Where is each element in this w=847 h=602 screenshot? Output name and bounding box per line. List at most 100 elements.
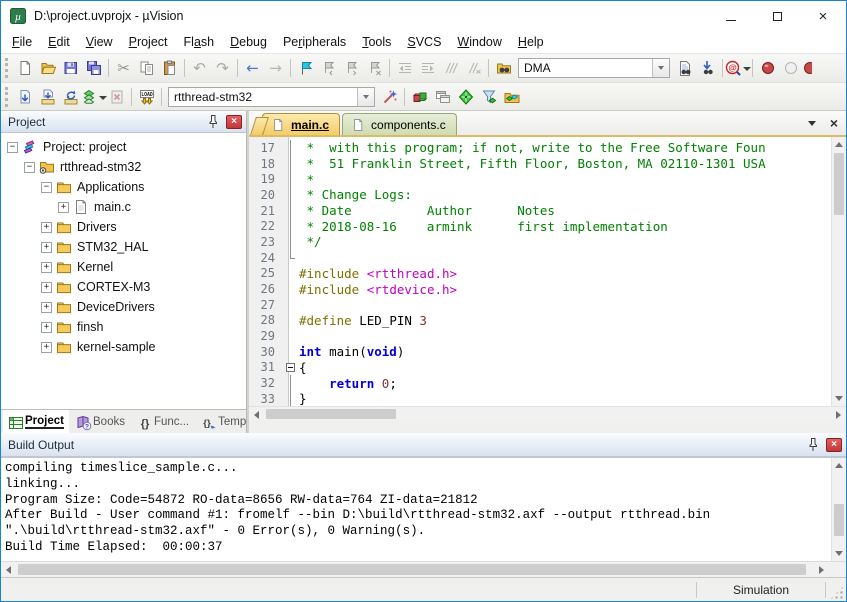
resize-grip[interactable] [830,586,844,600]
expand-box-icon[interactable]: + [41,282,52,293]
insert-bookmark-button[interactable] [294,57,317,79]
menu-svcs[interactable]: SVCS [399,33,449,51]
editor-tab-main-c[interactable]: main.c [262,113,340,135]
scroll-left-button[interactable] [249,407,264,422]
expand-box-icon[interactable]: + [41,302,52,313]
tree-item-applications[interactable]: −Applications [1,177,246,197]
code-line[interactable]: 29 [249,328,831,344]
select-packs-button[interactable] [477,86,500,108]
scroll-down-button[interactable] [832,391,846,406]
code-line[interactable]: 26#include <rtdevice.h> [249,281,831,297]
close-button[interactable]: × [800,1,846,31]
find-in-files-button[interactable] [492,57,515,79]
expand-box-icon[interactable]: + [41,342,52,353]
build-target-button[interactable] [36,86,59,108]
toggle-breakpoint-button[interactable] [779,57,802,79]
menu-debug[interactable]: Debug [222,33,275,51]
previous-bookmark-button[interactable] [317,57,340,79]
save-all-button[interactable] [82,57,105,79]
code-line[interactable]: 33} [249,391,831,406]
code-area[interactable]: 17 * with this program; if not, write to… [249,137,846,406]
search-term-combobox[interactable]: DMA [518,58,670,78]
find-in-documents-button[interactable] [673,57,696,79]
menu-edit[interactable]: Edit [40,33,78,51]
menu-project[interactable]: Project [121,33,176,51]
unindent-button[interactable] [393,57,416,79]
scroll-right-button[interactable] [814,562,829,577]
collapse-box-icon[interactable]: − [24,162,35,173]
find-references-button[interactable]: @ [726,57,749,79]
uncomment-selection-button[interactable] [462,57,485,79]
code-line[interactable]: 19 * [249,171,831,187]
code-line[interactable]: 30int main(void) [249,344,831,360]
code-line[interactable]: 20 * Change Logs: [249,187,831,203]
tree-item-finsh[interactable]: +finsh [1,317,246,337]
navigate-forward-button[interactable]: → [264,57,287,79]
save-button[interactable] [59,57,82,79]
stop-build-button[interactable] [105,86,128,108]
clear-bookmarks-button[interactable] [363,57,386,79]
code-line[interactable]: 28#define LED_PIN 3 [249,313,831,329]
tree-item-project-project[interactable]: −Project: project [1,137,246,157]
copy-button[interactable] [135,57,158,79]
tab-books[interactable]: ?Books [71,410,130,433]
next-bookmark-button[interactable] [340,57,363,79]
collapse-box-icon[interactable]: − [41,182,52,193]
tree-item-kernel[interactable]: +Kernel [1,257,246,277]
window-layout-button[interactable] [431,86,454,108]
options-for-target-button[interactable] [378,86,401,108]
insert-breakpoint-button[interactable] [756,57,779,79]
paste-button[interactable] [158,57,181,79]
tree-item-kernel-sample[interactable]: +kernel-sample [1,337,246,357]
tree-item-main-c[interactable]: +main.c [1,197,246,217]
maximize-button[interactable] [754,1,800,31]
output-vscroll-thumb[interactable] [834,504,844,536]
comment-selection-button[interactable] [439,57,462,79]
collapse-box-icon[interactable]: − [7,142,18,153]
download-to-flash-button[interactable]: LOAD [135,86,158,108]
cut-button[interactable]: ✂ [112,57,135,79]
tree-item-stm32-hal[interactable]: +STM32_HAL [1,237,246,257]
menu-flash[interactable]: Flash [176,33,223,51]
open-file-button[interactable] [36,57,59,79]
menu-file[interactable]: File [4,33,40,51]
incremental-find-button[interactable] [696,57,719,79]
output-vertical-scrollbar[interactable] [831,458,846,561]
code-line[interactable]: 21 * Date Author Notes [249,203,831,219]
code-line[interactable]: 17 * with this program; if not, write to… [249,140,831,156]
tab-project[interactable]: Project [3,410,69,433]
scroll-right-button[interactable] [831,407,846,422]
new-file-button[interactable] [13,57,36,79]
navigate-back-button[interactable]: ← [241,57,264,79]
code-lines[interactable]: 17 * with this program; if not, write to… [249,137,831,406]
close-document-button[interactable]: × [830,116,838,130]
tree-item-rtthread-stm32[interactable]: −rtthread-stm32 [1,157,246,177]
target-select-dropdown-button[interactable] [357,88,374,106]
redo-button[interactable]: ↷ [211,57,234,79]
menu-window[interactable]: Window [449,33,509,51]
code-line[interactable]: 27 [249,297,831,313]
menu-help[interactable]: Help [510,33,552,51]
output-hscroll-thumb[interactable] [18,564,806,575]
tab-func[interactable]: {}Func... [132,410,194,433]
search-term-dropdown-button[interactable] [652,59,669,77]
rebuild-all-button[interactable] [59,86,82,108]
menu-peripherals[interactable]: Peripherals [275,33,354,51]
editor-hscroll-thumb[interactable] [266,409,396,419]
minimize-button[interactable] [708,1,754,31]
code-line[interactable]: 23 */ [249,234,831,250]
expand-box-icon[interactable]: + [41,322,52,333]
code-line[interactable]: 22 * 2018-08-16 armink first implementat… [249,218,831,234]
output-horizontal-scrollbar[interactable] [1,561,846,577]
menu-view[interactable]: View [78,33,121,51]
manage-components-button[interactable] [408,86,431,108]
scroll-up-button[interactable] [832,137,846,152]
code-line[interactable]: 31{ [249,360,831,376]
pin-icon[interactable] [205,114,221,130]
tree-item-devicedrivers[interactable]: +DeviceDrivers [1,297,246,317]
editor-vscroll-thumb[interactable] [834,153,844,215]
expand-box-icon[interactable]: + [58,202,69,213]
editor-tab-components-c[interactable]: components.c [342,113,457,135]
kill-breakpoints-button[interactable] [802,57,812,79]
pack-installer-button[interactable] [500,86,523,108]
